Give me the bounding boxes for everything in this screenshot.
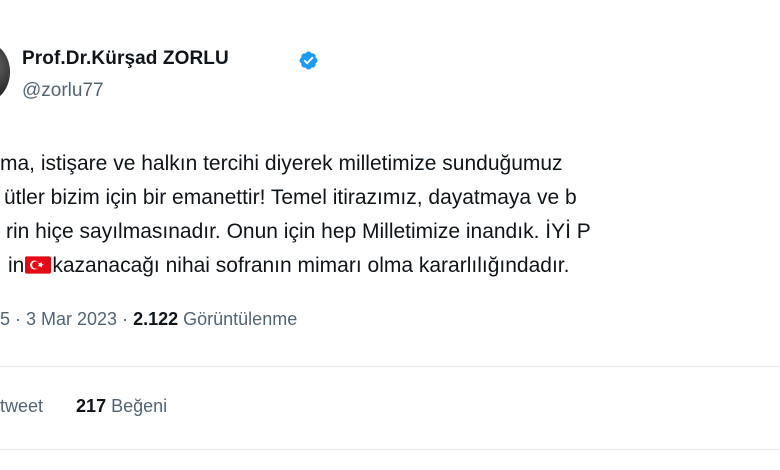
tweet-line-segment: kazanacağı nihai sofranın mimarı olma ka… [52,254,570,277]
likes-label: Beğeni [111,396,168,416]
likes-stat-link[interactable]: 217 Beğeni [76,396,167,417]
divider [0,449,780,450]
likes-count: 217 [76,396,107,416]
retweet-label: tweet [0,396,44,416]
author-handle[interactable]: @zorlu77 [22,80,104,102]
tweet-line: ütler bizim için bir emanettir! Temel it… [4,186,577,209]
views-count: 2.122 [133,309,179,329]
tweet-page: Prof.Dr.Kürşad ZORLU @zorlu77 ma, istişa… [0,0,780,470]
tweet-stats: tweet 217 Beğeni [0,396,167,417]
tweet-line: rin hiçe sayılmasınadır. Onun için hep M… [6,220,591,243]
verified-badge-icon [299,51,318,70]
turkey-flag-icon [25,256,52,274]
author-name[interactable]: Prof.Dr.Kürşad ZORLU [22,48,229,70]
tweet-line: in kazanacağı nihai sofranın mimarı olma… [0,249,780,283]
tweet-meta: 5 · 3 Mar 2023 · 2.122 Görüntülenme [0,309,297,330]
tweet-line-segment: in [8,254,25,277]
tweet-line: ma, istişare ve halkın tercihi diyerek m… [0,152,563,175]
author-avatar[interactable] [0,42,10,102]
views-label: Görüntülenme [183,309,298,329]
retweet-stat-link[interactable]: tweet [0,396,43,417]
tweet-timestamp[interactable]: 5 · 3 Mar 2023 · [0,309,128,329]
tweet-text: ma, istişare ve halkın tercihi diyerek m… [0,147,780,283]
divider [0,366,780,367]
